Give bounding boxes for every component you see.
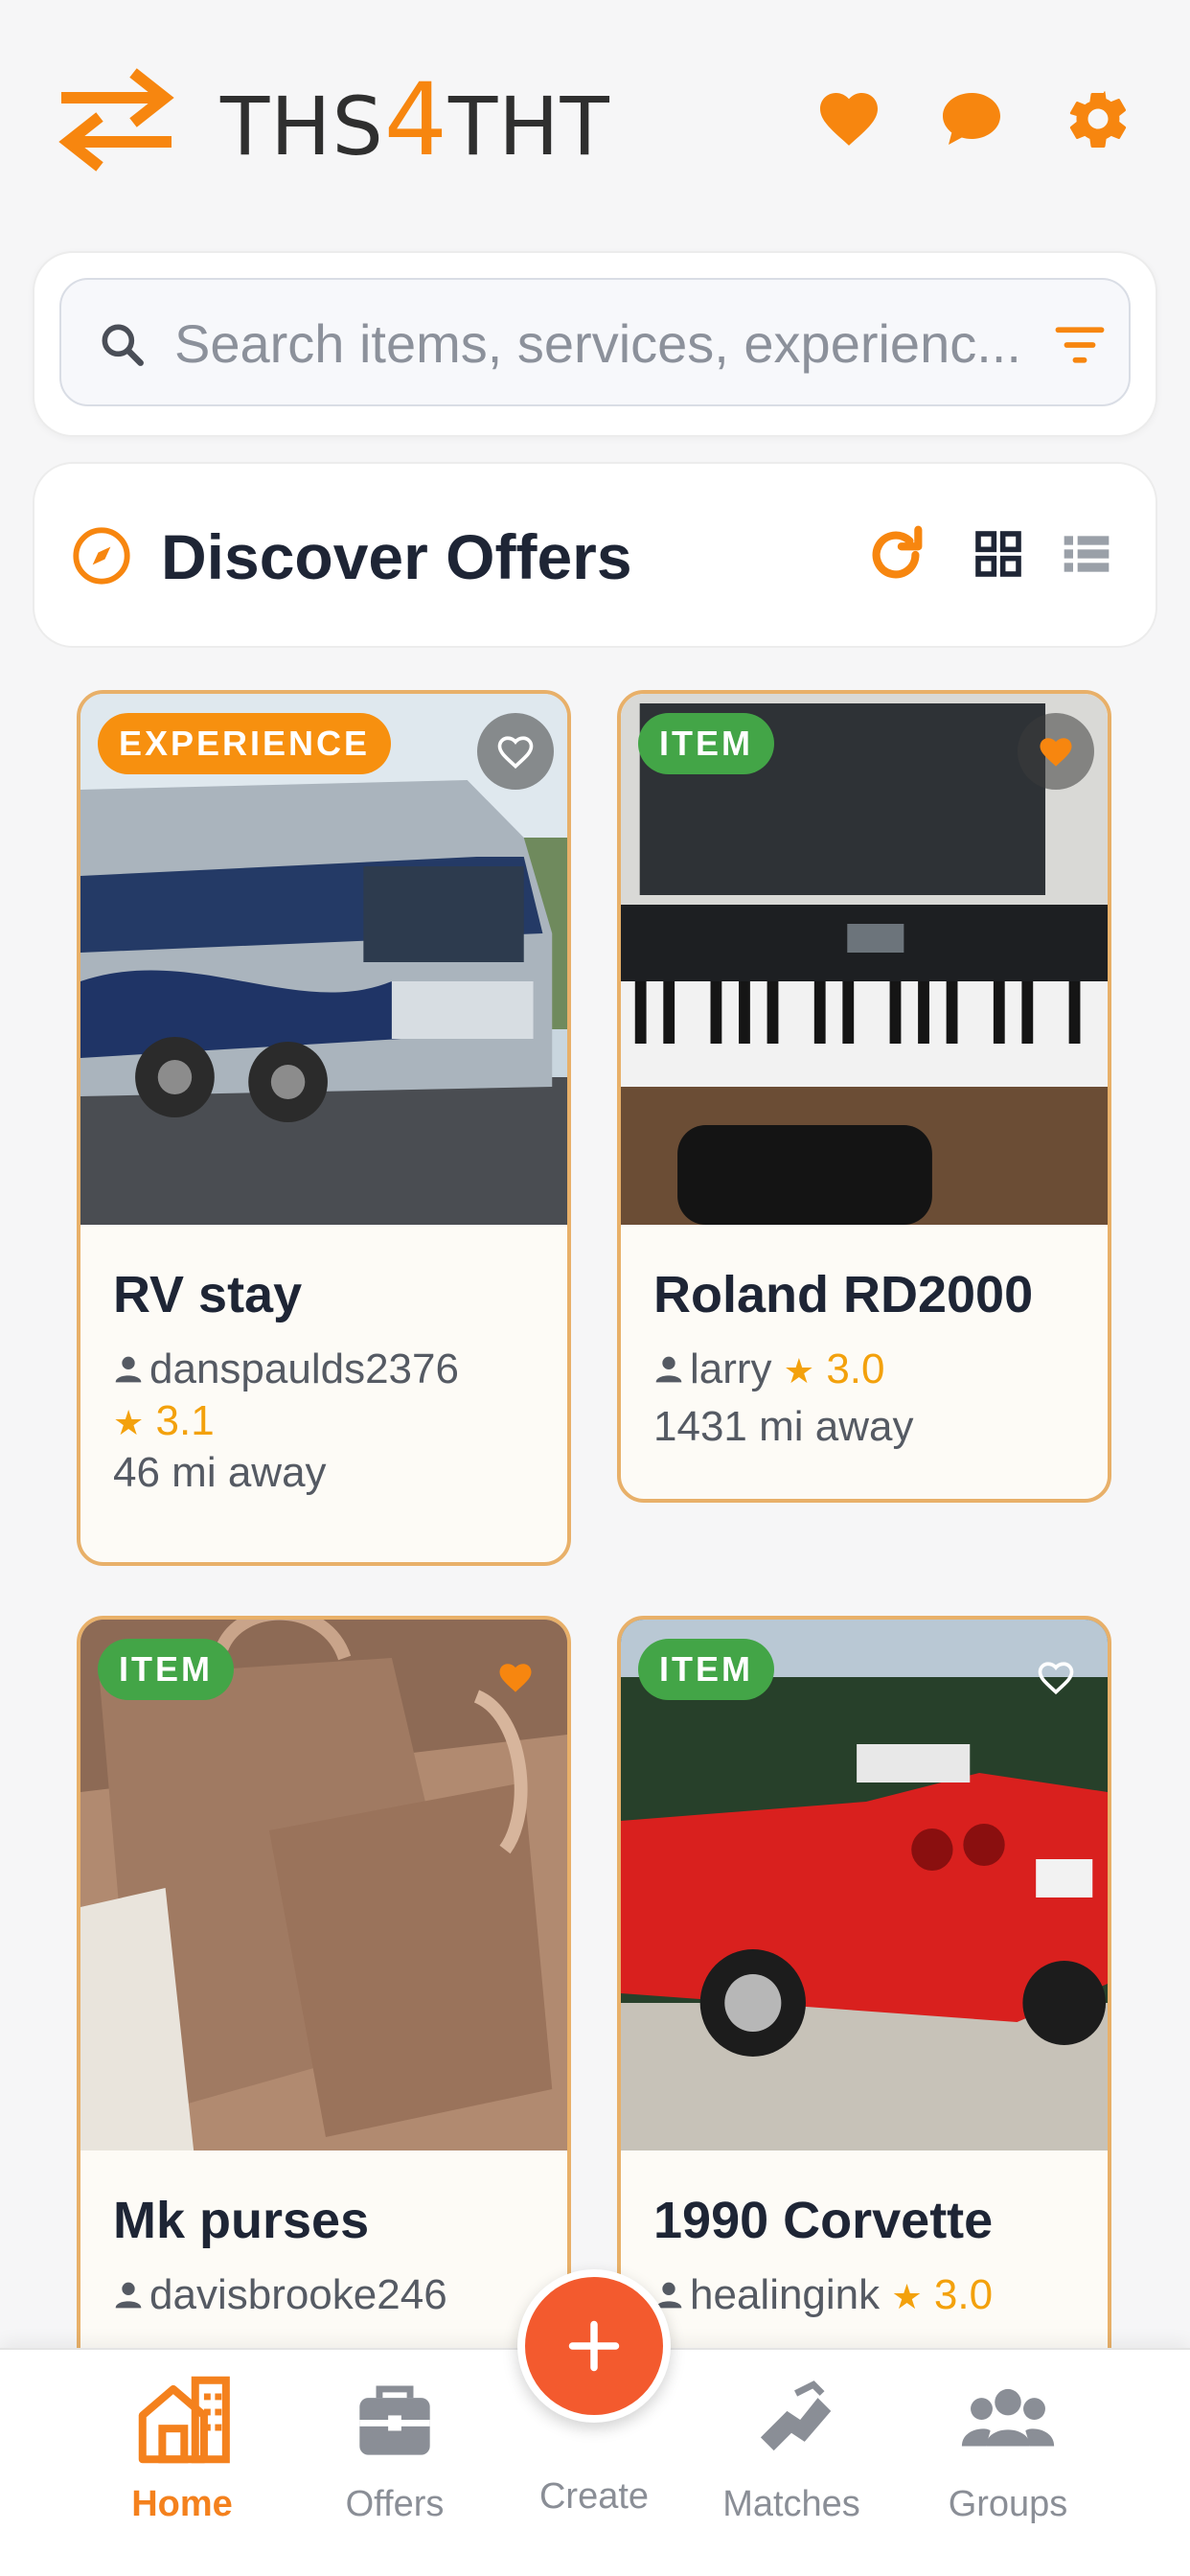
heart-filled-icon [499, 1664, 532, 1692]
grid-view-icon[interactable] [972, 527, 1025, 581]
offer-rating: ★ 3.1 [113, 1397, 535, 1445]
search-placeholder: Search items, services, experienc... [174, 313, 1021, 374]
offer-rating: ★ 3.0 [891, 2271, 993, 2318]
heart-filled-icon [1040, 738, 1072, 767]
offer-title: Mk purses [113, 2192, 370, 2249]
offer-card-rv-stay[interactable]: EXPERIENCE RV stay danspaulds2376 ★ 3.1 … [77, 690, 571, 1566]
favorite-button[interactable] [1018, 713, 1094, 790]
offer-user: davisbrooke246 [113, 2267, 535, 2323]
offer-details: Mk purses davisbrooke246 [80, 2150, 567, 2323]
offer-username: healingink [690, 2271, 881, 2318]
nav-groups-label: Groups [948, 2484, 1068, 2524]
nav-create-label: Create [538, 2476, 650, 2517]
person-icon [115, 2282, 142, 2309]
app-header: THS4THT [0, 0, 1190, 240]
refresh-icon[interactable] [862, 521, 929, 588]
category-badge: EXPERIENCE [98, 713, 392, 774]
home-icon [138, 2376, 230, 2464]
app-logo: THS4THT [220, 61, 610, 178]
category-badge: ITEM [638, 1639, 774, 1700]
handshake-icon [760, 2380, 832, 2451]
offer-distance: 1431 mi away [653, 1403, 914, 1450]
offer-username: danspaulds2376 [149, 1346, 459, 1392]
groups-icon [961, 2388, 1055, 2447]
offer-details: Roland RD2000 larry ★ 3.0 1431 mi away [621, 1225, 1108, 1455]
category-badge: ITEM [638, 713, 774, 774]
chat-icon[interactable] [937, 84, 1006, 153]
nav-groups[interactable]: Groups [912, 2367, 1104, 2559]
category-badge: ITEM [98, 1639, 234, 1700]
person-icon [115, 1356, 142, 1383]
filter-icon[interactable] [1054, 322, 1106, 368]
nav-offers-label: Offers [345, 2484, 445, 2524]
search-input[interactable]: Search items, services, experienc... [59, 278, 1131, 406]
plus-icon [568, 2320, 620, 2372]
nav-home-label: Home [131, 2484, 233, 2524]
offer-user: danspaulds2376 [113, 1342, 535, 1397]
offer-card-roland-rd2000[interactable]: ITEM Roland RD2000 larry ★ 3.0 1431 mi a… [617, 690, 1111, 1503]
nav-offers[interactable]: Offers [299, 2367, 491, 2559]
favorite-button[interactable] [477, 1639, 554, 1715]
offer-username: larry [690, 1346, 772, 1392]
rating-value: 3.0 [826, 1346, 885, 1392]
compass-icon [73, 527, 130, 585]
offer-title: Roland RD2000 [653, 1266, 1034, 1323]
gear-icon[interactable] [1064, 84, 1133, 153]
offer-details: RV stay danspaulds2376 ★ 3.1 46 mi away [80, 1225, 567, 1501]
star-icon: ★ [113, 1403, 145, 1442]
star-icon: ★ [783, 1351, 815, 1391]
swap-arrows-logo-icon [58, 68, 174, 172]
heart-outline-icon [497, 736, 534, 770]
rating-value: 3.0 [933, 2271, 994, 2318]
nav-matches[interactable]: Matches [696, 2367, 887, 2559]
offer-user: larry ★ 3.0 [653, 1342, 1075, 1399]
discover-header: Discover Offers [33, 462, 1157, 648]
page-title: Discover Offers [161, 521, 632, 592]
offer-details: 1990 Corvette healingink ★ 3.0 [621, 2150, 1108, 2325]
list-view-icon[interactable] [1060, 527, 1113, 581]
rating-value: 3.1 [155, 1397, 215, 1444]
person-icon [655, 1356, 682, 1383]
offer-title: RV stay [113, 1266, 303, 1323]
nav-matches-label: Matches [722, 2484, 860, 2524]
offer-user: healingink ★ 3.0 [653, 2267, 1075, 2325]
search-icon [102, 324, 144, 366]
heart-icon[interactable] [814, 84, 883, 153]
search-card: Search items, services, experienc... [33, 251, 1157, 437]
offer-rating: ★ 3.0 [784, 1346, 885, 1392]
offer-title: 1990 Corvette [653, 2192, 994, 2249]
star-icon: ★ [891, 2277, 923, 2316]
favorite-button[interactable] [1018, 1639, 1094, 1715]
create-button[interactable] [517, 2269, 671, 2423]
favorite-button[interactable] [477, 713, 554, 790]
offer-distance: 46 mi away [113, 1449, 327, 1496]
briefcase-icon [359, 2385, 430, 2455]
heart-outline-icon [1038, 1662, 1074, 1695]
offer-username: davisbrooke246 [149, 2271, 447, 2318]
nav-home[interactable]: Home [86, 2367, 278, 2559]
